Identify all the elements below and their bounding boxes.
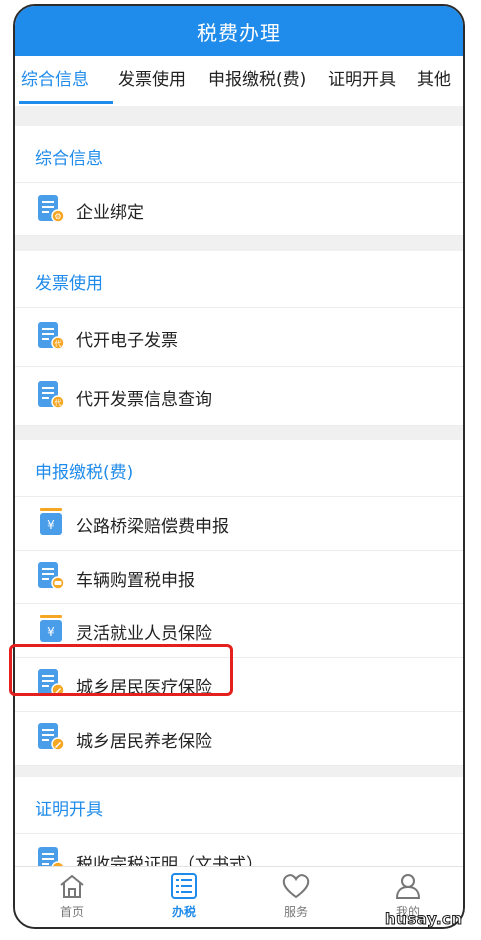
active-tab-indicator bbox=[19, 101, 113, 104]
section-title: 申报缴税(费) bbox=[35, 463, 134, 483]
item-label: 代开发票信息查询 bbox=[76, 390, 212, 410]
invoice-document-icon: 代 bbox=[38, 381, 65, 409]
svg-text:代: 代 bbox=[55, 398, 62, 407]
certificate-document-icon bbox=[38, 847, 65, 866]
tab-bar: 综合信息 发票使用 申报缴税(费) 证明开具 其他 bbox=[15, 56, 463, 106]
list-icon bbox=[171, 873, 197, 899]
section-header-general: 综合信息 bbox=[15, 126, 463, 183]
svg-text:代: 代 bbox=[55, 339, 62, 348]
item-label: 企业绑定 bbox=[76, 203, 144, 223]
svg-text:¥: ¥ bbox=[47, 518, 55, 532]
service-list: 综合信息 ⚙ 企业绑定 发票使用 代 代开电子发票 代 代开发票信息查询 申报缴… bbox=[15, 110, 463, 866]
tab-certificate[interactable]: 证明开具 bbox=[328, 56, 396, 104]
highlight-box bbox=[9, 644, 233, 696]
money-card-icon: ¥ bbox=[40, 508, 62, 535]
list-item-road-bridge-fee[interactable]: ¥ 公路桥梁赔偿费申报 bbox=[15, 497, 463, 551]
list-item-e-invoice[interactable]: 代 代开电子发票 bbox=[15, 308, 463, 367]
nav-label: 首页 bbox=[59, 905, 84, 919]
nav-home[interactable]: 首页 bbox=[37, 873, 107, 920]
item-label: 代开电子发票 bbox=[76, 331, 178, 351]
page-title: 税费办理 bbox=[197, 20, 281, 45]
tab-general[interactable]: 综合信息 bbox=[21, 56, 89, 104]
app-header: 税费办理 bbox=[15, 6, 463, 56]
money-card-icon: ¥ bbox=[40, 615, 62, 642]
edit-document-icon bbox=[38, 723, 65, 751]
item-label: 公路桥梁赔偿费申报 bbox=[76, 517, 229, 537]
vehicle-document-icon bbox=[38, 562, 65, 590]
section-header-declare: 申报缴税(费) bbox=[15, 440, 463, 497]
heart-icon bbox=[282, 874, 310, 899]
list-item-vehicle-tax[interactable]: 车辆购置税申报 bbox=[15, 551, 463, 604]
item-label: 税收完税证明（文书式） bbox=[76, 855, 263, 866]
invoice-document-icon: 代 bbox=[38, 322, 65, 350]
tab-other[interactable]: 其他 bbox=[417, 56, 451, 104]
tab-invoice[interactable]: 发票使用 bbox=[118, 56, 186, 104]
list-item-enterprise-bind[interactable]: ⚙ 企业绑定 bbox=[15, 183, 463, 236]
user-icon bbox=[395, 874, 421, 899]
nav-tax[interactable]: 办税 bbox=[149, 873, 219, 920]
list-item-tax-certificate[interactable]: 税收完税证明（文书式） bbox=[15, 834, 463, 866]
tab-declare[interactable]: 申报缴税(费) bbox=[208, 56, 306, 104]
section-title: 证明开具 bbox=[35, 800, 103, 820]
nav-label: 服务 bbox=[283, 905, 308, 919]
nav-label: 办税 bbox=[171, 905, 196, 919]
item-label: 车辆购置税申报 bbox=[76, 571, 195, 591]
svg-text:⚙: ⚙ bbox=[54, 212, 61, 221]
phone-frame: 税费办理 综合信息 发票使用 申报缴税(费) 证明开具 其他 综合信息 ⚙ 企业… bbox=[13, 4, 465, 929]
section-header-certificate: 证明开具 bbox=[15, 777, 463, 834]
home-icon bbox=[60, 874, 84, 898]
item-label: 城乡居民养老保险 bbox=[76, 732, 212, 752]
document-badge-icon: ⚙ bbox=[38, 195, 65, 223]
list-item-invoice-query[interactable]: 代 代开发票信息查询 bbox=[15, 367, 463, 426]
section-title: 综合信息 bbox=[35, 149, 103, 169]
nav-service[interactable]: 服务 bbox=[261, 873, 331, 920]
svg-text:¥: ¥ bbox=[47, 625, 55, 639]
item-label: 灵活就业人员保险 bbox=[76, 624, 212, 644]
section-title: 发票使用 bbox=[35, 274, 103, 294]
section-header-invoice: 发票使用 bbox=[15, 251, 463, 308]
list-item-pension-insurance[interactable]: 城乡居民养老保险 bbox=[15, 712, 463, 766]
watermark-text: husay.cn bbox=[385, 910, 463, 929]
